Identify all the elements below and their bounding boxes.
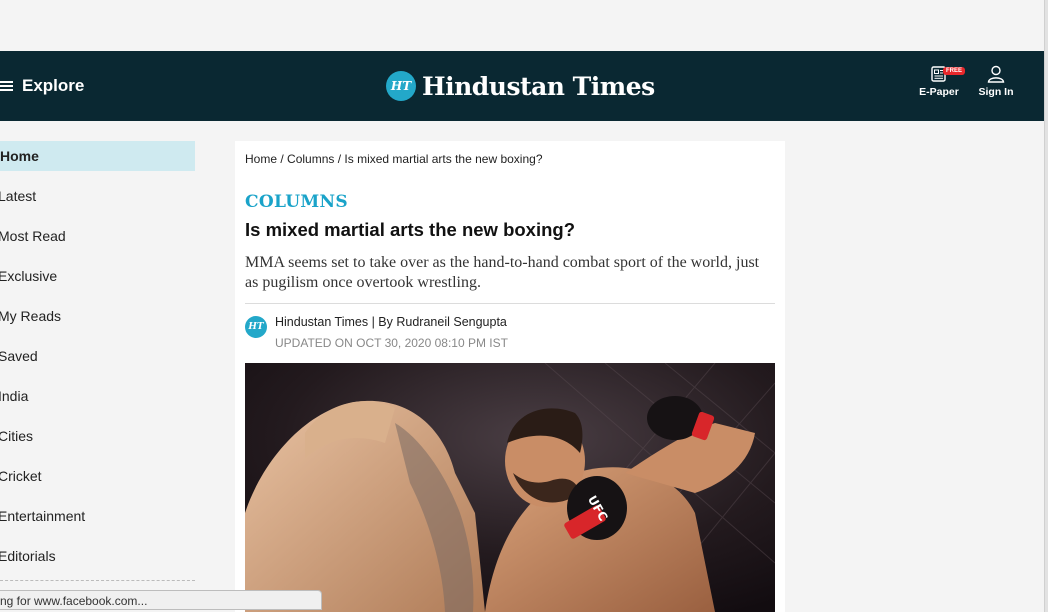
byline-source: Hindustan Times [275,315,369,329]
logo-wordmark: Hindustan Times [422,71,655,101]
sidebar-divider [0,580,195,581]
publisher-avatar: HT [245,316,267,338]
ht-logo-badge: HT [386,71,416,101]
author-link[interactable]: Rudraneil Sengupta [396,315,507,329]
sign-in-label: Sign In [978,86,1014,98]
sidebar-item-my-reads[interactable]: My Reads [0,301,195,341]
sidebar-item-entertainment[interactable]: Entertainment [0,501,195,541]
breadcrumb: Home / Columns / Is mixed martial arts t… [245,152,543,166]
breadcrumb-home-link[interactable]: Home [245,152,277,166]
sidebar-item-cricket[interactable]: Cricket [0,461,195,501]
breadcrumb-columns-link[interactable]: Columns [287,152,334,166]
sidebar-item-exclusive[interactable]: Exclusive [0,261,195,301]
breadcrumb-current: Is mixed martial arts the new boxing? [344,152,543,166]
article-summary: MMA seems set to take over as the hand-t… [245,254,760,291]
window-right-edge [1044,0,1048,612]
sign-in-button[interactable]: Sign In [974,65,1018,98]
explore-label: Explore [22,76,85,95]
hero-image[interactable]: UFC [245,363,775,612]
mma-fight-photo: UFC [245,363,775,612]
sidebar-item-cities[interactable]: Cities [0,421,195,461]
breadcrumb-separator: / [277,152,288,166]
breadcrumb-separator: / [334,152,345,166]
user-icon [987,65,1005,83]
section-label[interactable]: COLUMNS [245,192,348,212]
explore-menu-button[interactable]: Explore [0,51,84,121]
byline: Hindustan Times | By Rudraneil Sengupta [275,315,507,329]
summary-divider [245,303,775,304]
article-card: Home / Columns / Is mixed martial arts t… [235,141,785,612]
browser-top-strip [0,0,1048,51]
site-header: Explore HT Hindustan Times FREE E-Paper … [0,51,1044,121]
sidebar-item-india[interactable]: India [0,381,195,421]
hamburger-icon [0,80,14,92]
free-badge: FREE [943,67,966,75]
epaper-label: E-Paper [919,86,959,98]
article-headline: Is mixed martial arts the new boxing? [245,219,576,240]
browser-status-bar: ng for www.facebook.com... [0,590,322,610]
updated-timestamp: UPDATED ON OCT 30, 2020 08:10 PM IST [275,336,508,350]
sidebar-nav: Home Latest Most Read Exclusive My Reads… [0,141,195,581]
sidebar-item-saved[interactable]: Saved [0,341,195,381]
sidebar-item-latest[interactable]: Latest [0,181,195,221]
byline-separator: | By [368,315,397,329]
sidebar-item-home[interactable]: Home [0,141,195,171]
site-logo[interactable]: HT Hindustan Times [386,69,655,103]
sidebar-item-most-read[interactable]: Most Read [0,221,195,261]
sidebar-item-editorials[interactable]: Editorials [0,541,195,581]
epaper-button[interactable]: FREE E-Paper [916,65,966,98]
